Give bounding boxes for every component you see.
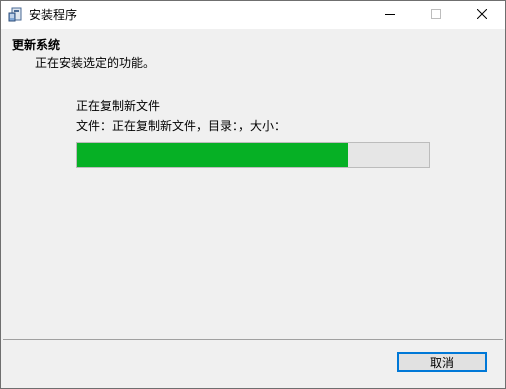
title-bar[interactable]: 安装程序 (1, 1, 505, 29)
installer-icon (7, 6, 23, 22)
page-title: 更新系统 (12, 38, 61, 52)
file-detail-text: 文件：正在复制新文件，目录：，大小： (76, 119, 287, 133)
cancel-button[interactable]: 取消 (397, 352, 487, 372)
progress-bar (76, 142, 430, 168)
minimize-button[interactable] (367, 1, 413, 29)
close-button[interactable] (459, 1, 505, 29)
window-title: 安装程序 (29, 8, 78, 22)
maximize-icon (431, 8, 441, 22)
progress-fill (77, 143, 348, 167)
minimize-icon (385, 8, 395, 22)
installer-window: 安装程序 更新系统 正在安装选定的功能。 正在复制新文件 文件：正在复制新文件，… (0, 0, 506, 389)
page-subtitle: 正在安装选定的功能。 (35, 56, 156, 70)
close-icon (476, 8, 488, 22)
maximize-button[interactable] (413, 1, 459, 29)
content-panel: 正在复制新文件 文件：正在复制新文件，目录：，大小： (1, 83, 505, 333)
status-text: 正在复制新文件 (76, 99, 161, 113)
header-panel: 更新系统 正在安装选定的功能。 (1, 29, 505, 83)
footer-divider (3, 339, 503, 340)
